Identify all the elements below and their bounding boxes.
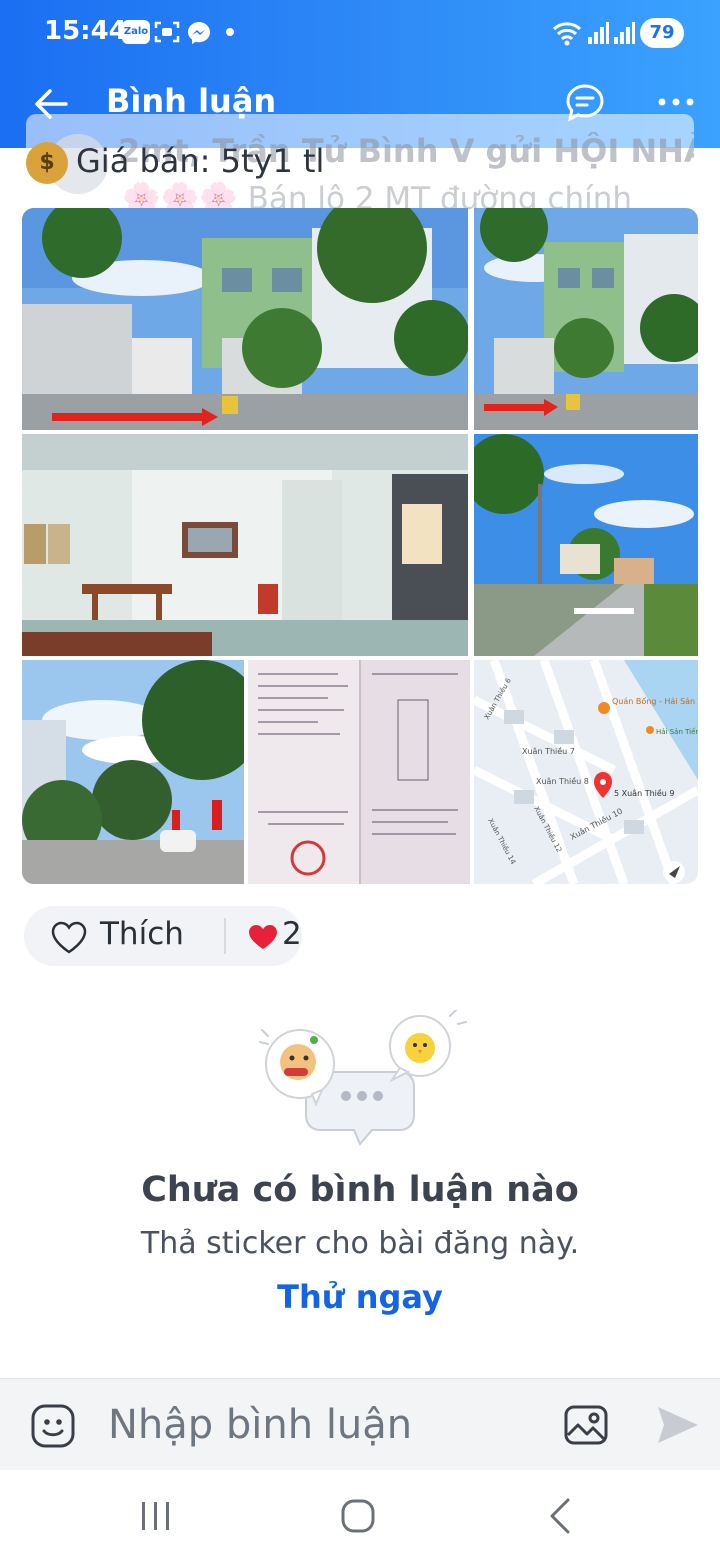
recents-button[interactable] xyxy=(136,1496,176,1536)
reaction-bar: Thích 2 xyxy=(24,906,302,966)
notification-dot-icon xyxy=(226,28,234,36)
empty-comments-illustration xyxy=(250,1009,470,1150)
system-back-button[interactable] xyxy=(540,1494,580,1538)
map-label: 5 Xuân Thiều 9 xyxy=(614,788,675,798)
photo-house-interior[interactable] xyxy=(22,434,468,656)
comment-input[interactable] xyxy=(108,1395,528,1455)
status-bar: 15:44 Zalo 79 xyxy=(0,0,720,70)
home-icon xyxy=(341,1499,375,1533)
home-button[interactable] xyxy=(336,1494,380,1538)
scan-icon xyxy=(154,20,180,48)
photo-house-front[interactable] xyxy=(22,208,468,430)
try-now-link[interactable]: Thử ngay xyxy=(260,1278,460,1316)
signal-icon xyxy=(587,20,609,50)
comment-bar xyxy=(0,1378,720,1470)
send-button[interactable] xyxy=(654,1401,702,1449)
heart-outline-icon xyxy=(51,921,87,954)
reaction-count-button[interactable]: 2 xyxy=(238,906,302,966)
chevron-left-icon xyxy=(550,1498,570,1534)
price-line: $ Giá bán: 5ty1 tl xyxy=(26,142,324,184)
empty-state-subtitle: Thả sticker cho bài đăng này. xyxy=(140,1226,580,1261)
recents-icon xyxy=(142,1502,169,1530)
heart-count: 2 xyxy=(282,916,302,952)
photo-grid: Quán Bống - Hải Sản Tươi Sống Hải Sản Ti… xyxy=(22,208,698,884)
system-nav-bar xyxy=(0,1470,720,1560)
price-text: Giá bán: 5ty1 tl xyxy=(76,142,325,180)
empty-state-title: Chưa có bình luận nào xyxy=(141,1170,579,1210)
send-icon xyxy=(658,1407,698,1443)
map-label: Xuân Thiều 8 xyxy=(536,776,589,786)
photo-house-front[interactable] xyxy=(474,208,698,430)
sticker-button[interactable] xyxy=(30,1403,76,1449)
photo-land-certificate[interactable] xyxy=(248,660,470,884)
map-label: Xuân Thiều 7 xyxy=(522,746,575,756)
map-label: Quán Bống - Hải Sản Tươi Sống xyxy=(612,696,698,706)
more-dots-icon xyxy=(658,98,694,106)
photo-map[interactable]: Quán Bống - Hải Sản Tươi Sống Hải Sản Ti… xyxy=(474,660,698,884)
money-bag-icon: $ xyxy=(26,142,68,184)
more-options-button[interactable] xyxy=(654,90,698,114)
smiley-sticker-icon xyxy=(31,1404,75,1448)
photo-street-trees[interactable] xyxy=(22,660,244,884)
like-button[interactable]: Thích xyxy=(24,906,202,966)
map-label: Hải Sản Tiến Cong xyxy=(656,728,698,736)
heart-icon xyxy=(249,925,277,949)
zalo-icon: Zalo xyxy=(122,20,150,44)
signal-icon xyxy=(613,20,635,50)
wifi-icon xyxy=(552,20,582,50)
status-time: 15:44 xyxy=(44,16,127,46)
like-label: Thích xyxy=(100,916,184,952)
photo-street-view[interactable] xyxy=(474,434,698,656)
battery-indicator: 79 xyxy=(640,18,684,48)
divider xyxy=(224,918,226,954)
image-icon xyxy=(564,1405,608,1445)
attach-image-button[interactable] xyxy=(562,1401,610,1449)
messenger-icon xyxy=(186,20,212,50)
